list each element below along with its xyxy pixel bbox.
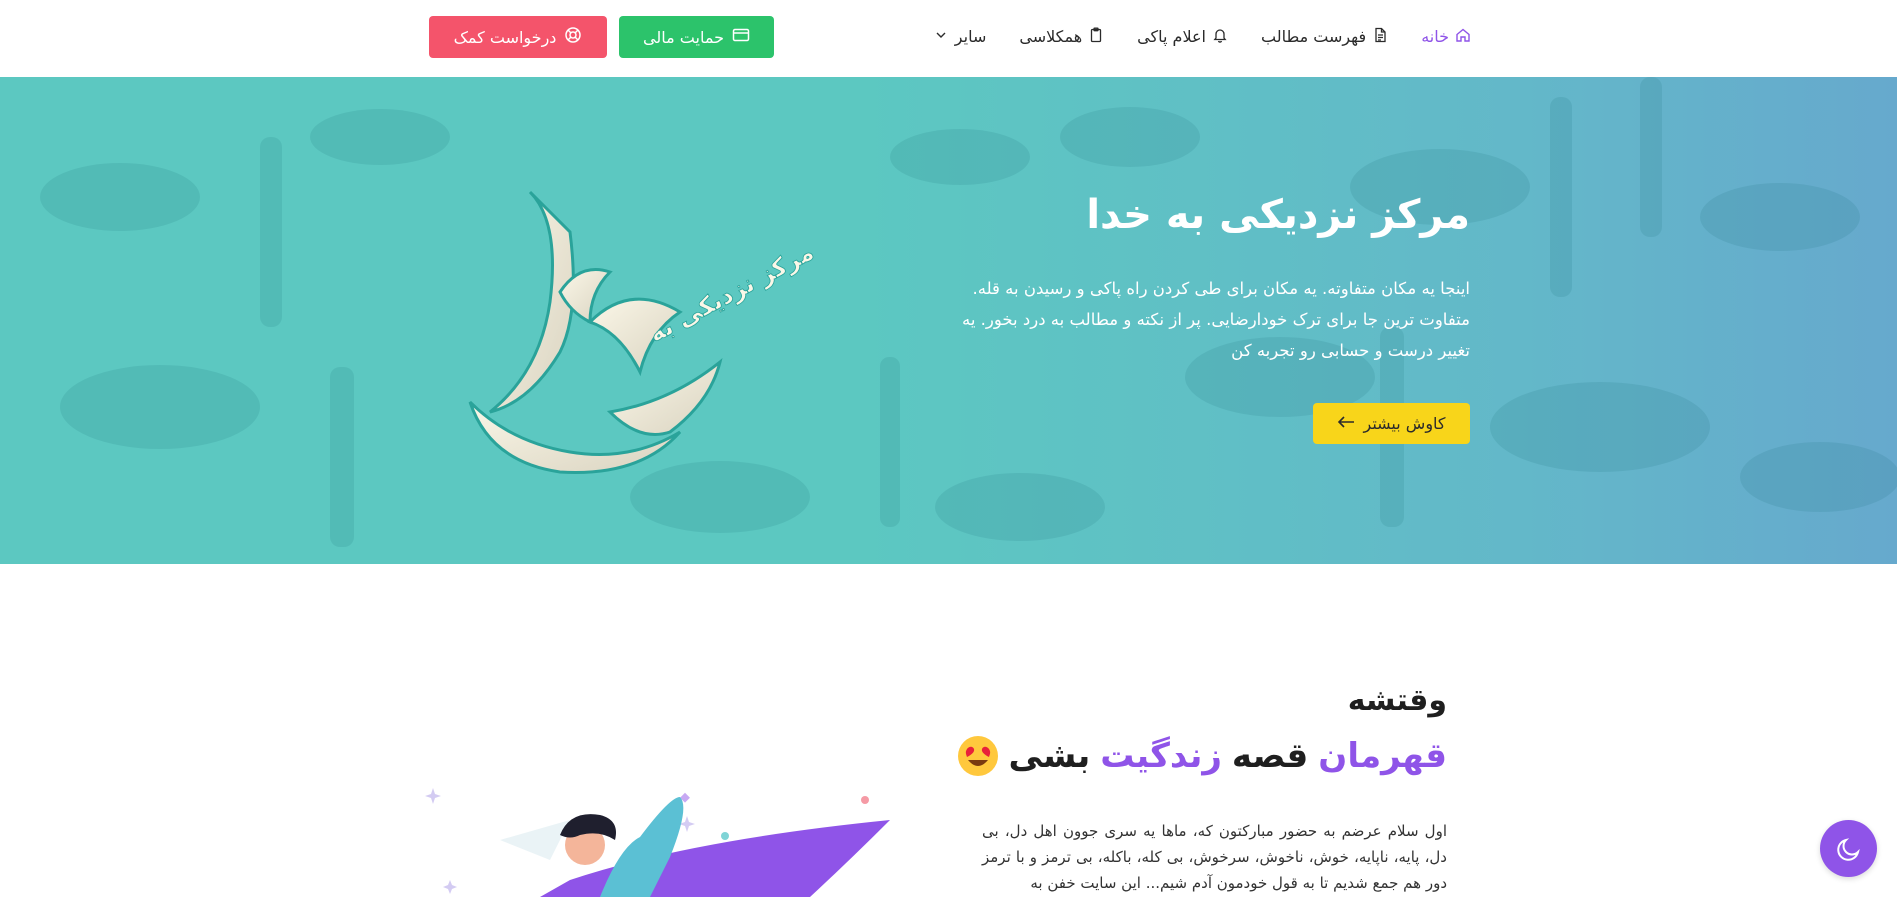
arrow-left-icon bbox=[1337, 414, 1355, 433]
nav-item-label: خانه bbox=[1421, 27, 1449, 46]
logo-small-text: مرکز نزدیکی به bbox=[644, 238, 818, 348]
heading-word-life: زندگیت bbox=[1100, 736, 1222, 776]
moon-icon bbox=[1836, 837, 1860, 861]
clipboard-icon bbox=[1088, 27, 1104, 47]
heading-word-become: بشی bbox=[1008, 736, 1091, 776]
heart-eyes-emoji-icon bbox=[957, 736, 998, 776]
hero-title: مرکز نزدیکی به خدا bbox=[1086, 192, 1470, 238]
nav-item-contents[interactable]: فهرست مطالب bbox=[1261, 27, 1388, 47]
dark-mode-toggle[interactable] bbox=[1820, 820, 1877, 877]
hero-section: مرکز نزدیکی به مرکز نزدیکی به خدا اینجا … bbox=[0, 77, 1897, 564]
donate-button[interactable]: حمایت مالی bbox=[619, 16, 774, 58]
nav-item-label: اعلام پاکی bbox=[1137, 27, 1206, 46]
donate-label: حمایت مالی bbox=[643, 27, 724, 47]
nav-item-purity-report[interactable]: اعلام پاکی bbox=[1137, 27, 1228, 47]
bell-icon bbox=[1212, 27, 1228, 47]
nav-item-label: فهرست مطالب bbox=[1260, 27, 1367, 46]
nav-item-home[interactable]: خانه bbox=[1421, 27, 1471, 47]
top-navbar: خانه فهرست مطالب اعلام پاکی همکلاسی سایر bbox=[0, 0, 1897, 77]
explore-more-button[interactable]: کاوش بیشتر bbox=[1313, 403, 1470, 444]
help-request-button[interactable]: درخواست کمک bbox=[429, 16, 607, 58]
main-nav: خانه فهرست مطالب اعلام پاکی همکلاسی سایر bbox=[933, 0, 1471, 73]
nav-item-label: سایر bbox=[954, 27, 987, 46]
home-icon bbox=[1455, 27, 1471, 47]
help-request-label: درخواست کمک bbox=[453, 27, 557, 47]
heading-word-story: قصه bbox=[1231, 736, 1309, 776]
nav-item-label: همکلاسی bbox=[1019, 27, 1083, 46]
explore-more-label: کاوش بیشتر bbox=[1363, 414, 1446, 433]
nav-item-more[interactable]: سایر bbox=[933, 27, 987, 47]
calligraphy-logo: مرکز نزدیکی به bbox=[468, 190, 819, 474]
nav-action-buttons: درخواست کمک حمایت مالی bbox=[429, 16, 774, 58]
story-label: وقتشه bbox=[1347, 683, 1447, 718]
hero-description: اینجا یه مکان متفاوته. یه مکان برای طی ک… bbox=[961, 279, 1470, 360]
story-heading: قهرمان قصه زندگیت بشی bbox=[957, 735, 1447, 777]
credit-card-icon bbox=[732, 26, 750, 48]
story-paragraph: اول سلام عرضم به حضور مبارکتون که، ماها … bbox=[982, 822, 1447, 892]
heading-word-hero: قهرمان bbox=[1318, 736, 1447, 776]
document-icon bbox=[1372, 27, 1388, 47]
hero-character-illustration bbox=[425, 788, 890, 897]
lifebuoy-icon bbox=[564, 26, 582, 48]
nav-item-classmate[interactable]: همکلاسی bbox=[1019, 27, 1104, 47]
chevron-down-icon bbox=[933, 27, 949, 47]
